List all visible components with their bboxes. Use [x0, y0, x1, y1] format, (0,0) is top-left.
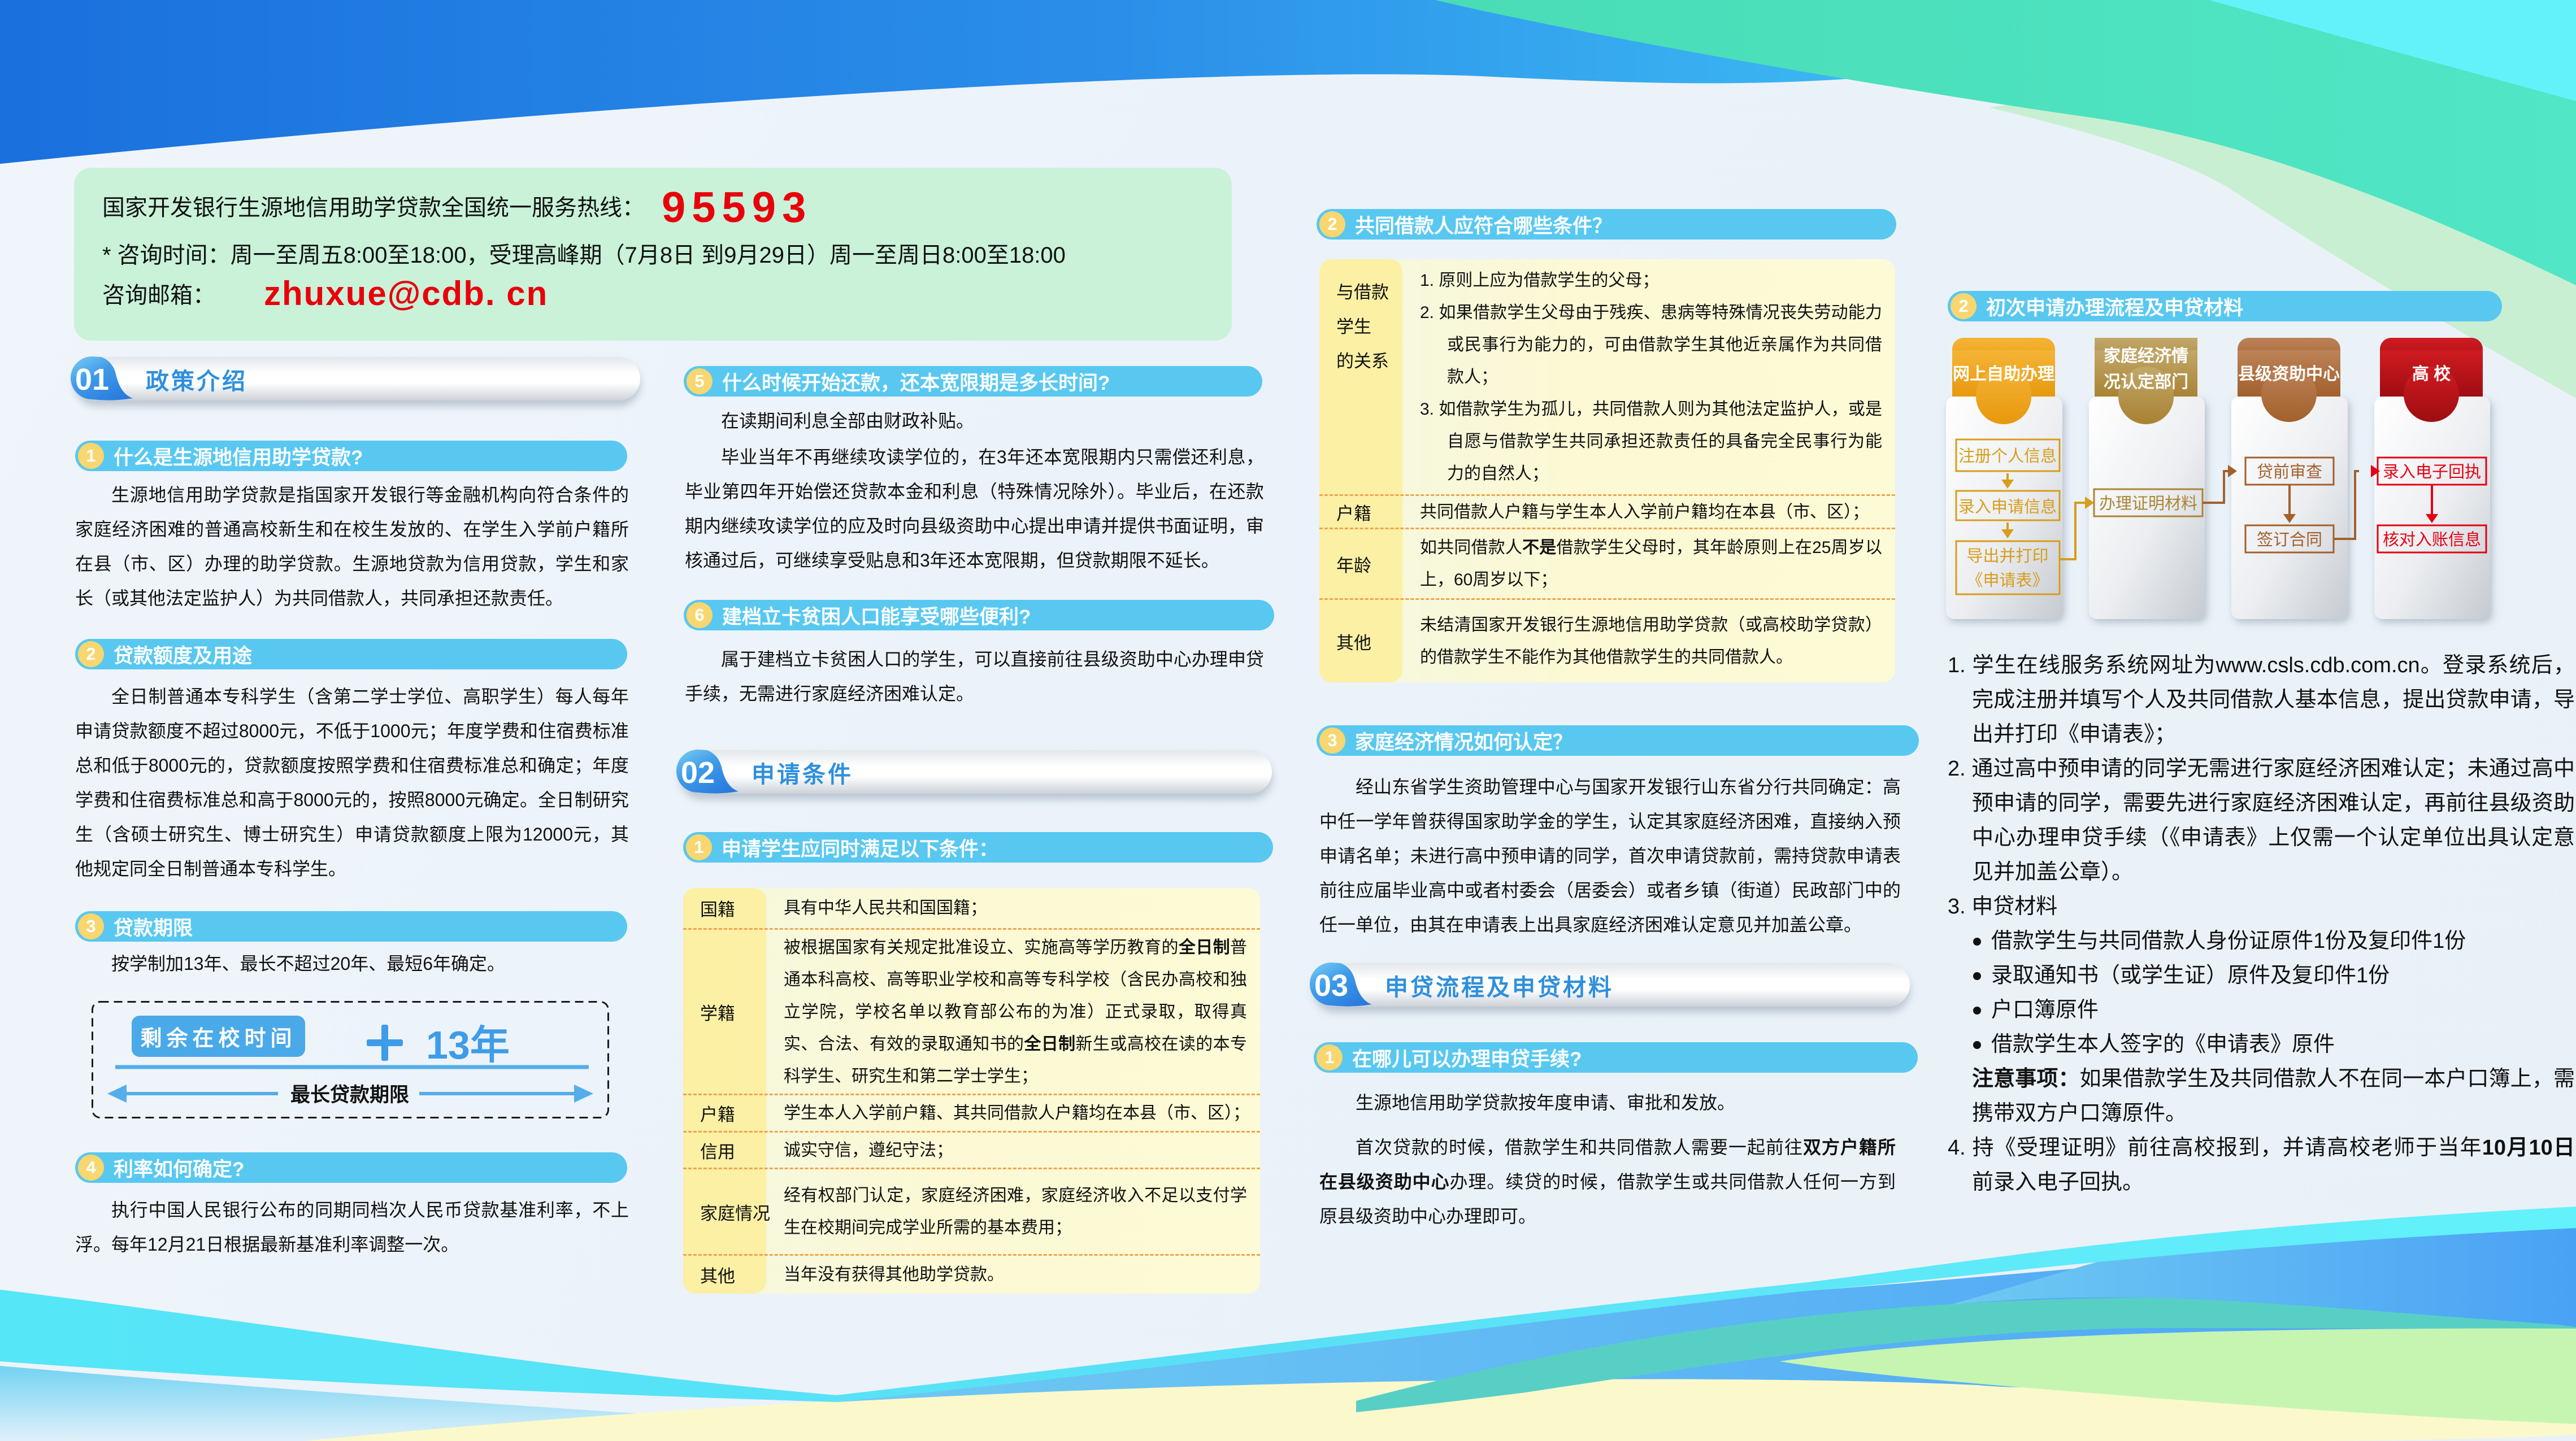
svg-text:注册个人信息: 注册个人信息: [1958, 447, 2057, 465]
svg-text:02: 02: [681, 756, 715, 790]
svg-text:《申请表》: 《申请表》: [1966, 571, 2048, 590]
svg-text:签订合同: 签订合同: [2257, 530, 2322, 549]
svg-text:03: 03: [1314, 969, 1348, 1003]
svg-text:高 校: 高 校: [2412, 364, 2451, 384]
svg-text:核对入账信息: 核对入账信息: [2383, 530, 2481, 549]
svg-text:01: 01: [75, 363, 109, 397]
svg-text:办理证明材料: 办理证明材料: [2099, 494, 2197, 513]
svg-text:录入电子回执: 录入电子回执: [2383, 463, 2481, 481]
svg-text:况认定部门: 况认定部门: [2104, 372, 2188, 391]
svg-text:网上自助办理: 网上自助办理: [1953, 365, 2054, 384]
svg-text:录入申请信息: 录入申请信息: [1958, 498, 2057, 516]
svg-text:家庭经济情: 家庭经济情: [2104, 346, 2188, 365]
svg-text:导出并打印: 导出并打印: [1966, 547, 2048, 565]
svg-text:县级资助中心: 县级资助中心: [2238, 365, 2340, 384]
svg-text:最长贷款期限: 最长贷款期限: [290, 1084, 409, 1106]
svg-text:贷前审查: 贷前审查: [2257, 463, 2322, 481]
